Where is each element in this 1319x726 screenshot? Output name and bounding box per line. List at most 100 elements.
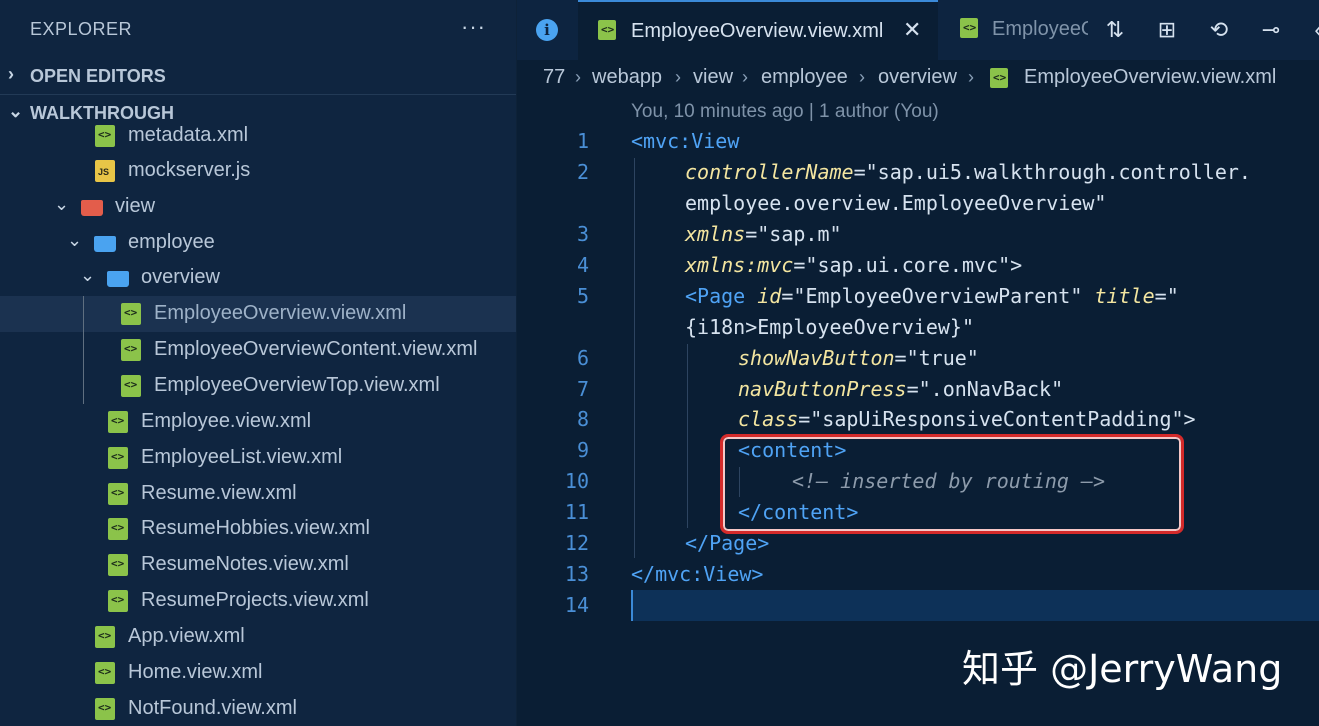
code-line-12[interactable]: </Page>: [685, 531, 769, 555]
xml-file-icon: [121, 339, 141, 361]
tree-item-metadata[interactable]: metadata.xml: [0, 118, 516, 154]
vscode-window: EXPLORER ··· › OPEN EDITORS ⌄ WALKTHROUG…: [0, 0, 1319, 726]
tree-item-label: EmployeeList.view.xml: [141, 446, 343, 468]
tree-item-resume[interactable]: Resume.view.xml: [0, 476, 516, 512]
xml-file-icon: [121, 375, 141, 397]
close-icon[interactable]: ✕: [903, 17, 921, 43]
hierarchy-icon[interactable]: ⊞: [1152, 14, 1182, 46]
line-number: 7: [576, 377, 589, 401]
xml-string: employee.overview.EmployeeOverview": [685, 191, 1107, 215]
breadcrumb-item[interactable]: view: [693, 66, 733, 89]
xml-file-icon: [121, 303, 141, 325]
breadcrumb-item[interactable]: overview: [878, 66, 957, 89]
code-line-7[interactable]: navButtonPress=".onNavBack": [738, 377, 1063, 401]
folder-icon: [81, 200, 103, 216]
code-line-3[interactable]: xmlns="sap.m": [685, 222, 842, 246]
line-number: 6: [576, 346, 589, 370]
xml-string: ".onNavBack": [918, 377, 1064, 401]
tree-item-employeelist[interactable]: EmployeeList.view.xml: [0, 440, 516, 476]
open-editors-label: OPEN EDITORS: [30, 66, 166, 86]
xml-tag: </mvc:View>: [631, 562, 764, 586]
tab-label: EmployeeOverview.view.xml: [631, 20, 884, 42]
xml-attribute: xmlns:mvc: [685, 253, 794, 277]
xml-file-icon: [108, 518, 128, 540]
tab-label: EmployeeO: [992, 18, 1088, 40]
tree-folder-overview[interactable]: ⌄ overview: [0, 260, 516, 296]
indent-guide: [83, 296, 84, 404]
watermark: 知乎 @JerryWang: [962, 647, 1283, 691]
tree-folder-view[interactable]: ⌄ view: [0, 189, 516, 225]
tree-item-employeeoverviewcontent[interactable]: EmployeeOverviewContent.view.xml: [0, 332, 516, 368]
breadcrumb-item[interactable]: 77: [543, 66, 565, 89]
tree-item-label: EmployeeOverview.view.xml: [154, 302, 407, 324]
tree-item-label: EmployeeOverviewContent.view.xml: [154, 338, 478, 360]
tree-item-label: ResumeHobbies.view.xml: [141, 517, 370, 539]
code-line-2-wrap[interactable]: employee.overview.EmployeeOverview": [685, 191, 1106, 215]
tree-item-mockserver[interactable]: mockserver.js: [0, 153, 516, 189]
xml-string: "sap.ui5.walkthrough.controller.: [865, 160, 1251, 184]
open-editors-section[interactable]: › OPEN EDITORS: [0, 58, 516, 95]
tree-item-resumenotes[interactable]: ResumeNotes.view.xml: [0, 547, 516, 583]
ellipsis-icon[interactable]: ···: [461, 14, 486, 40]
annotation-highlight-box: [720, 434, 1184, 534]
tree-item-employee-view[interactable]: Employee.view.xml: [0, 404, 516, 440]
xml-file-icon: [95, 662, 115, 684]
xml-file-icon: [108, 447, 128, 469]
chevron-right-icon: ›: [8, 64, 14, 84]
xml-string: {i18n>EmployeeOverview}": [685, 315, 974, 339]
overflow-icon[interactable]: ‹: [1303, 14, 1319, 46]
explorer-sidebar: EXPLORER ··· › OPEN EDITORS ⌄ WALKTHROUG…: [0, 0, 516, 726]
line-number: 12: [564, 531, 589, 555]
code-line-8[interactable]: class="sapUiResponsiveContentPadding">: [738, 407, 1196, 431]
code-line-4[interactable]: xmlns:mvc="sap.ui.core.mvc">: [685, 253, 1022, 277]
code-line-2[interactable]: controllerName="sap.ui5.walkthrough.cont…: [685, 160, 1251, 184]
code-line-13[interactable]: </mvc:View>: [631, 562, 763, 586]
tree-item-app[interactable]: App.view.xml: [0, 619, 516, 655]
breadcrumb-item[interactable]: EmployeeOverview.view.xml: [1024, 66, 1276, 89]
xml-attribute: id: [757, 284, 782, 308]
breadcrumb-item[interactable]: employee: [761, 66, 848, 89]
xml-string: ": [1166, 284, 1179, 308]
xml-file-icon: [960, 18, 978, 38]
tab-info[interactable]: i: [517, 0, 577, 60]
tree-folder-employee[interactable]: ⌄ employee: [0, 225, 516, 261]
tree-item-resumeprojects[interactable]: ResumeProjects.view.xml: [0, 583, 516, 619]
tree-item-employeeoverview[interactable]: EmployeeOverview.view.xml: [0, 296, 516, 332]
tab-employeeoverview[interactable]: EmployeeOverview.view.xml ✕: [578, 0, 938, 60]
go-back-icon[interactable]: ⟲: [1204, 14, 1234, 46]
code-line-5-wrap[interactable]: {i18n>EmployeeOverview}": [685, 315, 974, 339]
line-number: 3: [576, 222, 589, 246]
line-number: 4: [576, 253, 589, 277]
tab-bar: i EmployeeOverview.view.xml ✕ EmployeeO …: [517, 0, 1319, 60]
tree-item-resumehobbies[interactable]: ResumeHobbies.view.xml: [0, 511, 516, 547]
tree-item-employeeoverviewtop[interactable]: EmployeeOverviewTop.view.xml: [0, 368, 516, 404]
tree-item-label: App.view.xml: [128, 625, 245, 647]
xml-file-icon: [598, 20, 616, 40]
tab-employee-truncated[interactable]: EmployeeO: [940, 0, 1088, 60]
tree-item-notfound[interactable]: NotFound.view.xml: [0, 691, 516, 726]
tree-item-home[interactable]: Home.view.xml: [0, 655, 516, 691]
line-number: 13: [564, 562, 589, 586]
blame-codelens[interactable]: You, 10 minutes ago | 1 author (You): [631, 101, 939, 123]
current-line-highlight: [631, 590, 1319, 621]
xml-tag: <Page: [685, 284, 746, 308]
code-line-1[interactable]: <mvc:View: [631, 129, 739, 153]
tree-item-label: view: [115, 195, 156, 217]
code-line-6[interactable]: showNavButton="true": [738, 346, 979, 370]
tree-item-label: overview: [141, 266, 220, 288]
line-number: 9: [576, 438, 589, 462]
xml-file-icon: [108, 590, 128, 612]
code-line-5[interactable]: <Page id="EmployeeOverviewParent" title=…: [685, 284, 1179, 308]
chevron-right-icon: ›: [859, 67, 865, 87]
tree-item-label: ResumeNotes.view.xml: [141, 553, 349, 575]
explorer-title: EXPLORER: [30, 19, 133, 39]
xml-string: "EmployeeOverviewParent": [793, 284, 1083, 308]
commit-icon[interactable]: ⊸: [1256, 14, 1286, 46]
compare-changes-icon[interactable]: ⇅: [1100, 14, 1130, 46]
xml-attribute: class: [738, 407, 799, 431]
breadcrumb-item[interactable]: webapp: [592, 66, 662, 89]
xml-file-icon: [95, 125, 115, 147]
line-number: 14: [564, 593, 589, 617]
xml-string: "sapUiResponsiveContentPadding": [810, 407, 1184, 431]
xml-string: "sap.m": [757, 222, 842, 246]
